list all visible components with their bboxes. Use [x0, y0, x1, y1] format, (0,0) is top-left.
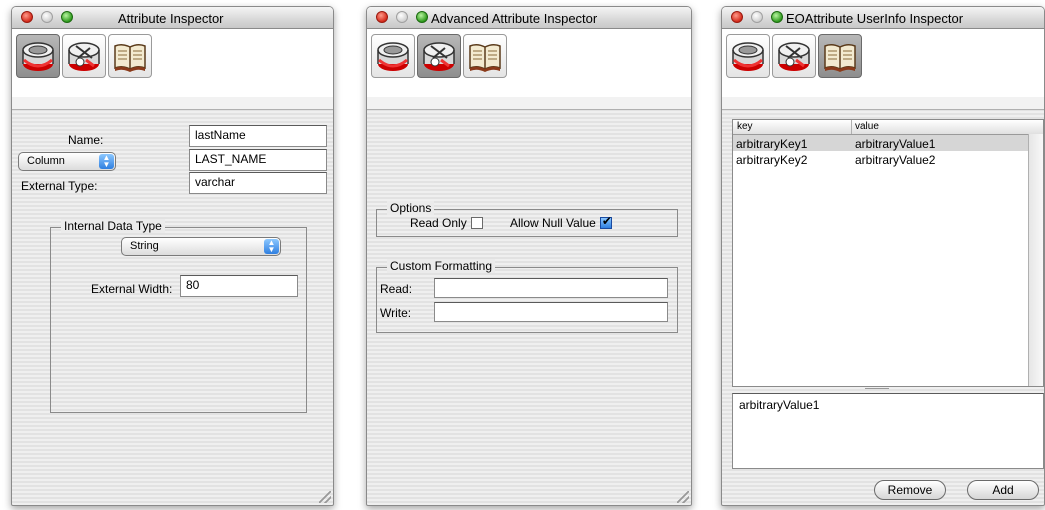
inspector-toolbar — [722, 29, 1044, 98]
userinfo-tab-button[interactable] — [463, 34, 507, 78]
zoom-button[interactable] — [416, 11, 428, 23]
advanced-attribute-icon — [66, 38, 102, 74]
custom-formatting-group: Custom Formatting Read: Write: — [376, 259, 678, 333]
external-type-field[interactable]: varchar — [189, 172, 327, 194]
title-bar: Attribute Inspector — [12, 7, 333, 29]
minimize-button[interactable] — [396, 11, 408, 23]
book-icon — [822, 38, 858, 74]
inspector-toolbar — [367, 29, 691, 98]
advanced-tab-button[interactable] — [417, 34, 461, 78]
resize-grip-icon[interactable] — [319, 491, 331, 503]
popup-arrows-icon: ▲ ▼ — [99, 154, 114, 169]
internal-data-type-group: Internal Data Type String ▲ ▼ External Wi… — [50, 219, 307, 413]
toolbar-divider — [722, 97, 1044, 110]
window-title: Advanced Attribute Inspector — [431, 11, 598, 26]
attribute-tab-button[interactable] — [371, 34, 415, 78]
data-type-popup-label: String — [130, 240, 159, 252]
book-icon — [112, 38, 148, 74]
column-divider — [851, 120, 852, 134]
attribute-tab-button[interactable] — [726, 34, 770, 78]
column-field[interactable]: LAST_NAME — [189, 149, 327, 171]
name-label: Name: — [68, 133, 104, 147]
column-header-value[interactable]: value — [855, 121, 879, 132]
inspector-toolbar — [12, 29, 333, 98]
row-value: arbitraryValue2 — [855, 153, 936, 167]
popup-arrows-icon: ▲ ▼ — [264, 239, 279, 254]
name-field[interactable]: lastName — [189, 125, 327, 147]
remove-button[interactable]: Remove — [874, 480, 946, 500]
title-bar: EOAttribute UserInfo Inspector — [722, 7, 1044, 29]
table-row[interactable]: arbitraryKey2 arbitraryValue2 — [733, 151, 1043, 167]
table-header: key value — [733, 120, 1043, 135]
attribute-icon — [730, 38, 766, 74]
external-width-label: External Width: — [91, 282, 173, 296]
close-button[interactable] — [376, 11, 388, 23]
write-format-field[interactable] — [434, 302, 668, 322]
read-only-label: Read Only — [410, 216, 483, 230]
write-label: Write: — [380, 306, 412, 320]
read-only-checkbox[interactable] — [470, 217, 483, 229]
read-label: Read: — [380, 282, 413, 296]
attribute-icon — [20, 38, 56, 74]
data-type-popup[interactable]: String ▲ ▼ — [121, 237, 281, 256]
zoom-button[interactable] — [771, 11, 783, 23]
close-button[interactable] — [731, 11, 743, 23]
column-popup[interactable]: Column ▲ ▼ — [18, 152, 116, 171]
allow-null-text: Allow Null Value — [510, 216, 596, 230]
advanced-attribute-inspector-window: Advanced Attribute Inspector Options Rea… — [366, 6, 692, 506]
external-width-field[interactable]: 80 — [180, 275, 298, 297]
zoom-button[interactable] — [61, 11, 73, 23]
userinfo-inspector-window: EOAttribute UserInfo Inspector key value… — [721, 6, 1045, 506]
custom-formatting-title: Custom Formatting — [387, 259, 496, 273]
userinfo-tab-button[interactable] — [818, 34, 862, 78]
column-header-key[interactable]: key — [737, 121, 753, 132]
options-group: Options Read Only Allow Null Value — [376, 201, 678, 237]
external-type-label: External Type: — [21, 179, 98, 193]
toolbar-divider — [367, 97, 691, 110]
userinfo-table: key value arbitraryKey1 arbitraryValue1 … — [732, 119, 1044, 387]
attribute-tab-button[interactable] — [16, 34, 60, 78]
allow-null-checkbox[interactable] — [599, 214, 612, 229]
minimize-button[interactable] — [751, 11, 763, 23]
toolbar-divider — [12, 97, 333, 110]
advanced-attribute-icon — [421, 38, 457, 74]
internal-data-type-title: Internal Data Type — [61, 219, 165, 233]
window-title: Attribute Inspector — [118, 11, 224, 26]
title-bar: Advanced Attribute Inspector — [367, 7, 691, 29]
row-value: arbitraryValue1 — [855, 137, 936, 151]
add-button[interactable]: Add — [967, 480, 1039, 500]
userinfo-tab-button[interactable] — [108, 34, 152, 78]
book-icon — [467, 38, 503, 74]
allow-null-label: Allow Null Value — [510, 214, 612, 230]
resize-grip-icon[interactable] — [677, 491, 689, 503]
read-only-text: Read Only — [410, 216, 467, 230]
options-title: Options — [387, 201, 435, 215]
read-format-field[interactable] — [434, 278, 668, 298]
advanced-tab-button[interactable] — [772, 34, 816, 78]
row-key: arbitraryKey2 — [736, 153, 808, 167]
attribute-icon — [375, 38, 411, 74]
row-key: arbitraryKey1 — [736, 137, 808, 151]
window-title: EOAttribute UserInfo Inspector — [786, 11, 964, 26]
vertical-scrollbar[interactable] — [1028, 134, 1043, 386]
attribute-inspector-window: Attribute Inspector Name: lastName Colum… — [11, 6, 334, 506]
minimize-button[interactable] — [41, 11, 53, 23]
column-popup-label: Column — [27, 155, 65, 167]
advanced-tab-button[interactable] — [62, 34, 106, 78]
close-button[interactable] — [21, 11, 33, 23]
advanced-attribute-icon — [776, 38, 812, 74]
value-detail-text: arbitraryValue1 — [739, 398, 820, 412]
table-row[interactable]: arbitraryKey1 arbitraryValue1 — [733, 135, 1043, 151]
value-detail-textarea[interactable]: arbitraryValue1 — [732, 393, 1044, 469]
